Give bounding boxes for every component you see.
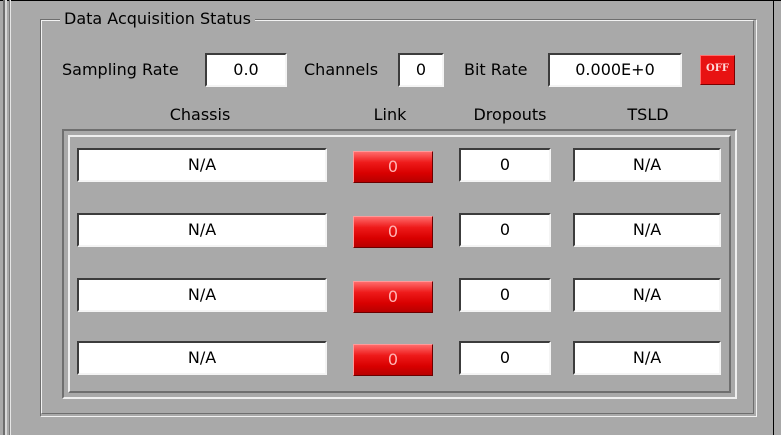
- chassis-field[interactable]: N/A: [77, 213, 327, 247]
- sampling-rate-label: Sampling Rate: [62, 60, 179, 79]
- dropouts-field[interactable]: 0: [459, 148, 551, 182]
- dropouts-column-header: Dropouts: [473, 105, 547, 124]
- left-splitter-highlight: [5, 0, 7, 435]
- bit-rate-field[interactable]: 0.000E+0: [548, 53, 682, 87]
- acquisition-off-indicator[interactable]: OFF: [700, 55, 735, 85]
- link-indicator[interactable]: 0: [353, 151, 433, 183]
- tsld-field[interactable]: N/A: [573, 278, 721, 312]
- chassis-field[interactable]: N/A: [77, 341, 327, 375]
- dropouts-field[interactable]: 0: [459, 278, 551, 312]
- channels-label: Channels: [304, 60, 379, 79]
- tsld-field[interactable]: N/A: [573, 341, 721, 375]
- tsld-field[interactable]: N/A: [573, 213, 721, 247]
- dropouts-field[interactable]: 0: [459, 213, 551, 247]
- link-column-header: Link: [373, 105, 407, 124]
- chassis-column-header: Chassis: [169, 105, 231, 124]
- group-title: Data Acquisition Status: [60, 8, 255, 30]
- chassis-field[interactable]: N/A: [77, 148, 327, 182]
- tsld-column-header: TSLD: [627, 105, 669, 124]
- tsld-field[interactable]: N/A: [573, 148, 721, 182]
- chassis-field[interactable]: N/A: [77, 278, 327, 312]
- dropouts-field[interactable]: 0: [459, 341, 551, 375]
- link-indicator[interactable]: 0: [353, 344, 433, 376]
- link-indicator[interactable]: 0: [353, 281, 433, 313]
- top-border: [0, 0, 781, 1]
- link-indicator[interactable]: 0: [353, 216, 433, 248]
- sampling-rate-field[interactable]: 0.0: [205, 53, 287, 87]
- right-border: [773, 0, 774, 435]
- left-frame-highlight: [10, 0, 11, 435]
- bit-rate-label: Bit Rate: [464, 60, 528, 79]
- channels-field[interactable]: 0: [398, 53, 444, 87]
